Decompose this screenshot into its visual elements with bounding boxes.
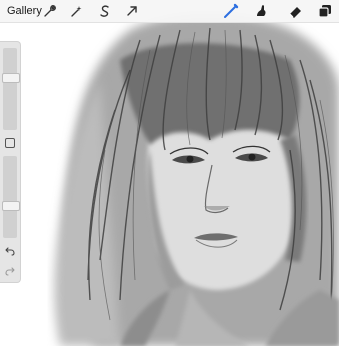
brush-size-slider[interactable] (3, 48, 17, 130)
opacity-slider[interactable] (3, 156, 17, 238)
modify-button[interactable] (5, 138, 15, 148)
undo-button[interactable] (4, 245, 16, 257)
selection-s-icon[interactable] (96, 2, 114, 20)
opacity-handle[interactable] (2, 201, 20, 211)
brush-icon[interactable] (222, 2, 240, 20)
gallery-button[interactable]: Gallery (7, 3, 42, 19)
brush-size-handle[interactable] (2, 73, 20, 83)
redo-icon (5, 267, 15, 276)
eraser-icon[interactable] (286, 2, 304, 20)
smudge-icon[interactable] (252, 2, 270, 20)
top-toolbar: Gallery (0, 0, 339, 23)
wrench-icon[interactable] (40, 2, 58, 20)
drawing-canvas[interactable] (0, 0, 339, 346)
procreate-app: Gallery (0, 0, 339, 346)
transform-arrow-icon[interactable] (123, 2, 141, 20)
undo-icon (5, 247, 15, 256)
redo-button[interactable] (4, 265, 16, 277)
magic-wand-icon[interactable] (67, 2, 85, 20)
left-sidebar (0, 41, 21, 283)
layers-icon[interactable] (316, 2, 334, 20)
artwork (54, 13, 339, 346)
